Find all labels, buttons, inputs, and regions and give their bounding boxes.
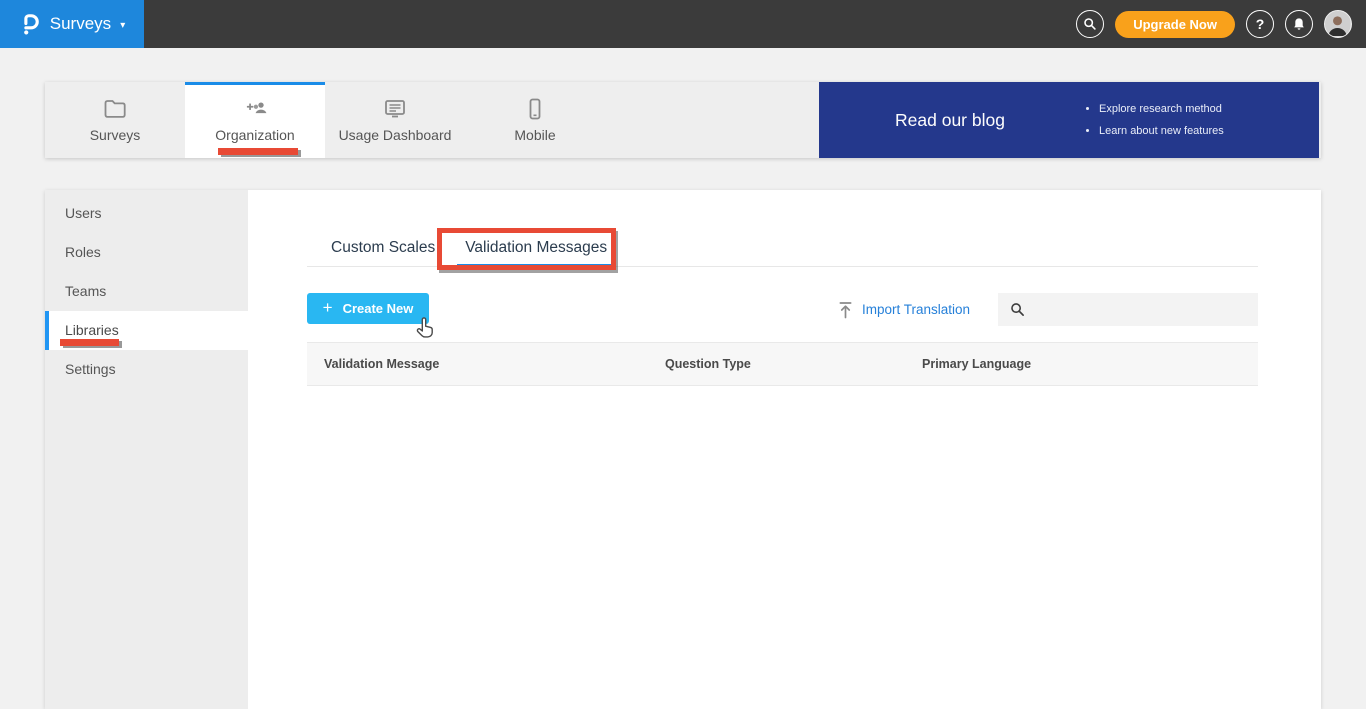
chevron-down-icon: ▾ (120, 19, 126, 31)
nav-tab-label: Usage Dashboard (338, 126, 452, 143)
upload-icon (839, 301, 852, 318)
nav-tab-organization[interactable]: Organization (185, 82, 325, 158)
question-mark-icon: ? (1255, 16, 1265, 32)
blog-bullet: Explore research method (1099, 98, 1224, 120)
import-translation-label: Import Translation (862, 302, 971, 317)
sidebar-item-settings[interactable]: Settings (45, 350, 248, 389)
nav-tab-surveys[interactable]: Surveys (45, 82, 185, 158)
tab-custom-scales[interactable]: Custom Scales (307, 230, 457, 267)
create-new-label: Create New (342, 301, 414, 316)
create-new-button[interactable]: + Create New (307, 293, 429, 324)
sidebar-item-users[interactable]: Users (45, 194, 248, 233)
annotation-box-validation-messages (437, 228, 616, 270)
nav-tab-label: Mobile (514, 126, 556, 143)
group-add-icon (246, 101, 267, 113)
nav-tab-usage-dashboard[interactable]: Usage Dashboard (325, 82, 465, 158)
product-menu-label: Surveys (49, 14, 112, 33)
user-avatar[interactable] (1324, 10, 1352, 38)
sidebar-item-teams[interactable]: Teams (45, 272, 248, 311)
primary-nav-card: Surveys Organization Usage Dashboard Mob… (45, 82, 1321, 158)
notifications-button[interactable] (1285, 10, 1313, 38)
annotation-underline-organization (218, 148, 298, 155)
annotation-underline-libraries (60, 339, 119, 346)
sidebar-item-roles[interactable]: Roles (45, 233, 248, 272)
blog-promo-title: Read our blog (895, 109, 1005, 130)
blog-promo-bullets: Explore research method Learn about new … (1081, 98, 1224, 142)
organization-sidebar: Users Roles Teams Libraries Settings (45, 190, 248, 709)
blog-bullet: Learn about new features (1099, 120, 1224, 142)
topbar-actions: Upgrade Now ? (1076, 0, 1352, 48)
validation-toolbar: + Create New Import Translation (307, 293, 1258, 328)
dashboard-icon (385, 99, 405, 117)
search-icon (1084, 18, 1096, 30)
libraries-content: Custom Scales Validation Messages + Crea… (248, 190, 1321, 386)
nav-tab-mobile[interactable]: Mobile (465, 82, 605, 158)
app-switcher[interactable]: Surveys ▾ (0, 0, 144, 48)
column-header-validation-message[interactable]: Validation Message (324, 357, 665, 371)
plus-icon: + (322, 297, 333, 317)
bell-icon (1294, 17, 1304, 30)
upgrade-now-button[interactable]: Upgrade Now (1115, 10, 1235, 38)
search-button[interactable] (1076, 10, 1105, 38)
main-content-card: Users Roles Teams Libraries Settings Cus… (45, 190, 1321, 709)
table-search-box[interactable] (998, 293, 1258, 326)
search-input[interactable] (1033, 293, 1258, 326)
nav-tab-label: Surveys (89, 126, 141, 143)
validation-table-header: Validation Message Question Type Primary… (307, 342, 1258, 386)
blog-promo-panel[interactable]: Read our blog Explore research method Le… (819, 82, 1319, 158)
column-header-primary-language[interactable]: Primary Language (922, 357, 1258, 371)
folder-icon (104, 99, 126, 118)
top-bar: Surveys ▾ Upgrade Now ? (0, 0, 1366, 48)
column-header-question-type[interactable]: Question Type (665, 357, 922, 371)
help-button[interactable]: ? (1246, 10, 1274, 38)
hand-pointer-cursor-icon (413, 316, 437, 340)
search-icon (1011, 303, 1024, 316)
import-translation-link[interactable]: Import Translation (838, 293, 970, 326)
questionpro-logo-icon (19, 11, 41, 37)
mobile-icon (529, 98, 541, 119)
nav-tab-label: Organization (215, 126, 295, 143)
